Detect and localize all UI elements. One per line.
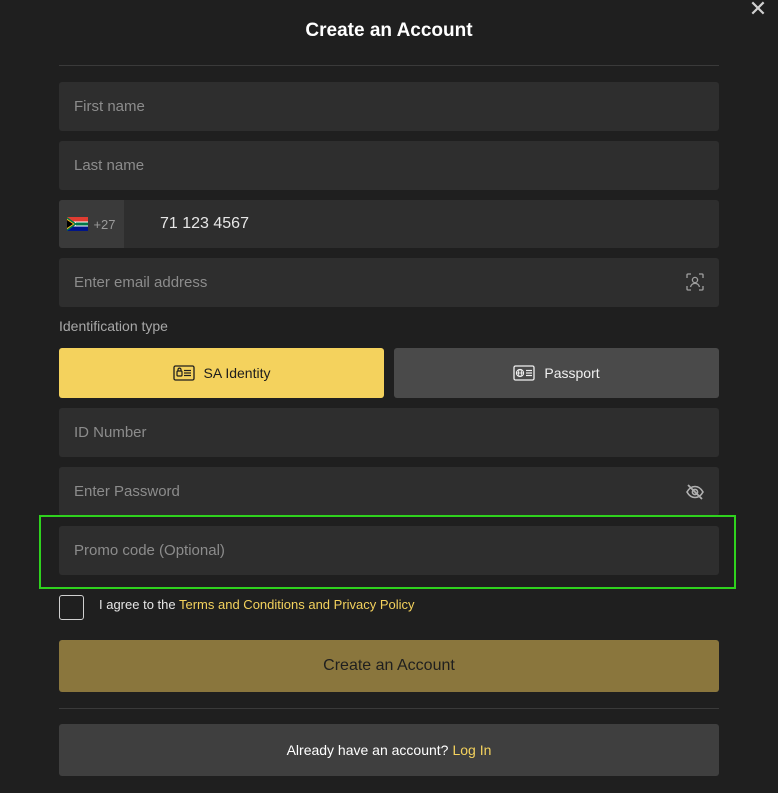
- email-field: [59, 258, 719, 307]
- create-account-button[interactable]: Create an Account: [59, 640, 719, 692]
- modal-title: Create an Account: [305, 20, 473, 41]
- identification-type-label: Identification type: [59, 318, 168, 334]
- phone-field: +27 71 123 4567: [59, 200, 719, 248]
- phone-number-input[interactable]: 71 123 4567: [160, 200, 249, 248]
- terms-checkbox[interactable]: [59, 595, 84, 620]
- password-input[interactable]: [59, 467, 719, 516]
- terms-link[interactable]: Terms and Conditions and Privacy Policy: [179, 597, 415, 612]
- password-field: [59, 467, 719, 516]
- login-link[interactable]: Log In: [452, 742, 491, 758]
- id-number-input[interactable]: [59, 408, 719, 457]
- footer-divider: [59, 708, 719, 709]
- passport-icon: [513, 365, 536, 381]
- promo-code-field: [59, 526, 719, 575]
- south-africa-flag-icon: [67, 217, 89, 231]
- contact-scan-icon[interactable]: [685, 272, 705, 292]
- last-name-field: [59, 141, 719, 190]
- passport-label: Passport: [544, 365, 600, 381]
- close-icon[interactable]: ✕: [746, 0, 770, 20]
- header-divider: [59, 65, 719, 66]
- eye-off-icon[interactable]: [685, 482, 705, 502]
- first-name-field: [59, 82, 719, 131]
- agreement-text: I agree to the Terms and Conditions and …: [99, 597, 415, 612]
- login-prompt: Already have an account?: [286, 742, 449, 758]
- promo-code-input[interactable]: [59, 526, 719, 575]
- first-name-input[interactable]: [59, 82, 719, 131]
- sa-identity-button[interactable]: SA Identity: [59, 348, 384, 398]
- country-code-selector[interactable]: +27: [59, 200, 124, 248]
- login-bar: Already have an account? Log In: [59, 724, 719, 776]
- id-number-field: [59, 408, 719, 457]
- passport-button[interactable]: Passport: [394, 348, 719, 398]
- id-card-icon: [172, 365, 195, 381]
- create-account-modal: ✕ Create an Account +27 71 123 4567: [0, 0, 778, 793]
- sa-identity-label: SA Identity: [203, 365, 271, 381]
- email-input[interactable]: [59, 258, 719, 307]
- last-name-input[interactable]: [59, 141, 719, 190]
- dial-code: +27: [93, 216, 116, 232]
- agreement-prefix: I agree to the: [99, 597, 179, 612]
